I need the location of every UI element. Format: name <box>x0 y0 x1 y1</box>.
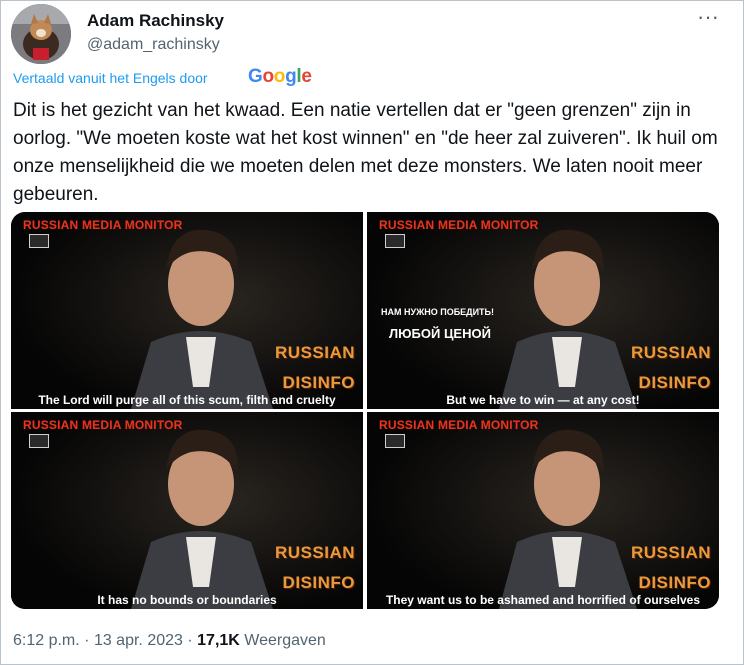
views-label: Weergaven <box>244 632 326 649</box>
google-letter: e <box>301 66 312 87</box>
tweet-text: Dit is het gezicht van het kwaad. Een na… <box>13 100 718 205</box>
tweet-footer: 6:12 p.m. · 13 apr. 2023 · 17,1K Weergav… <box>13 632 326 650</box>
watermark-text: DISINFO <box>282 573 355 592</box>
media-tile[interactable]: RUSSIAN MEDIA MONITOR RUSSIAN DISINFO It… <box>11 412 363 609</box>
media-grid: RUSSIAN MEDIA MONITOR RUSSIAN DISINFO Th… <box>11 212 719 609</box>
watermark-text: DISINFO <box>638 573 711 592</box>
tweet-date[interactable]: 13 apr. 2023 <box>94 632 183 649</box>
watermark-text: RUSSIAN <box>630 543 711 562</box>
author-name[interactable]: Adam Rachinsky <box>87 11 224 31</box>
media-tile[interactable]: RUSSIAN MEDIA MONITOR НАМ НУЖНО ПОБЕДИТЬ… <box>367 212 719 409</box>
separator: · <box>84 632 90 649</box>
subtitle-caption: It has no bounds or boundaries <box>97 593 277 607</box>
media-tile[interactable]: RUSSIAN MEDIA MONITOR RUSSIAN DISINFO Th… <box>367 412 719 609</box>
watermark-text: DISINFO <box>282 373 355 392</box>
monitor-logo-icon <box>29 434 49 448</box>
tweet-time[interactable]: 6:12 p.m. <box>13 632 80 649</box>
header-text: RUSSIAN MEDIA MONITOR <box>379 418 539 432</box>
media-tile[interactable]: RUSSIAN MEDIA MONITOR RUSSIAN DISINFO Th… <box>11 212 363 409</box>
author-handle[interactable]: @adam_rachinsky <box>87 36 220 54</box>
monitor-logo-icon <box>385 434 405 448</box>
views-count: 17,1K <box>197 632 240 649</box>
subtitle-caption: But we have to win — at any cost! <box>446 393 640 407</box>
watermark-text: DISINFO <box>638 373 711 392</box>
google-letter: g <box>285 66 297 87</box>
monitor-logo-icon <box>29 234 49 248</box>
header-text: RUSSIAN MEDIA MONITOR <box>23 218 183 232</box>
header-text: RUSSIAN MEDIA MONITOR <box>379 218 539 232</box>
watermark-text: RUSSIAN <box>630 343 711 362</box>
russian-overlay-text: ЛЮБОЙ ЦЕНОЙ <box>389 326 491 341</box>
google-letter: o <box>262 66 274 87</box>
google-letter: G <box>248 66 263 87</box>
more-options-icon[interactable]: ··· <box>697 6 719 28</box>
subtitle-caption: The Lord will purge all of this scum, fi… <box>38 393 336 407</box>
translation-label[interactable]: Vertaald vanuit het Engels door <box>13 70 208 86</box>
separator: · <box>187 632 193 649</box>
avatar[interactable] <box>11 4 71 64</box>
watermark-text: RUSSIAN <box>274 543 355 562</box>
subtitle-caption: They want us to be ashamed and horrified… <box>385 593 701 607</box>
tweet-card: Adam Rachinsky @adam_rachinsky ··· Verta… <box>0 0 744 665</box>
watermark-text: RUSSIAN <box>274 343 355 362</box>
google-logo: Google <box>248 66 312 88</box>
russian-overlay-text: НАМ НУЖНО ПОБЕДИТЬ! <box>381 307 495 317</box>
monitor-logo-icon <box>385 234 405 248</box>
google-letter: o <box>273 66 286 87</box>
header-text: RUSSIAN MEDIA MONITOR <box>23 418 183 432</box>
